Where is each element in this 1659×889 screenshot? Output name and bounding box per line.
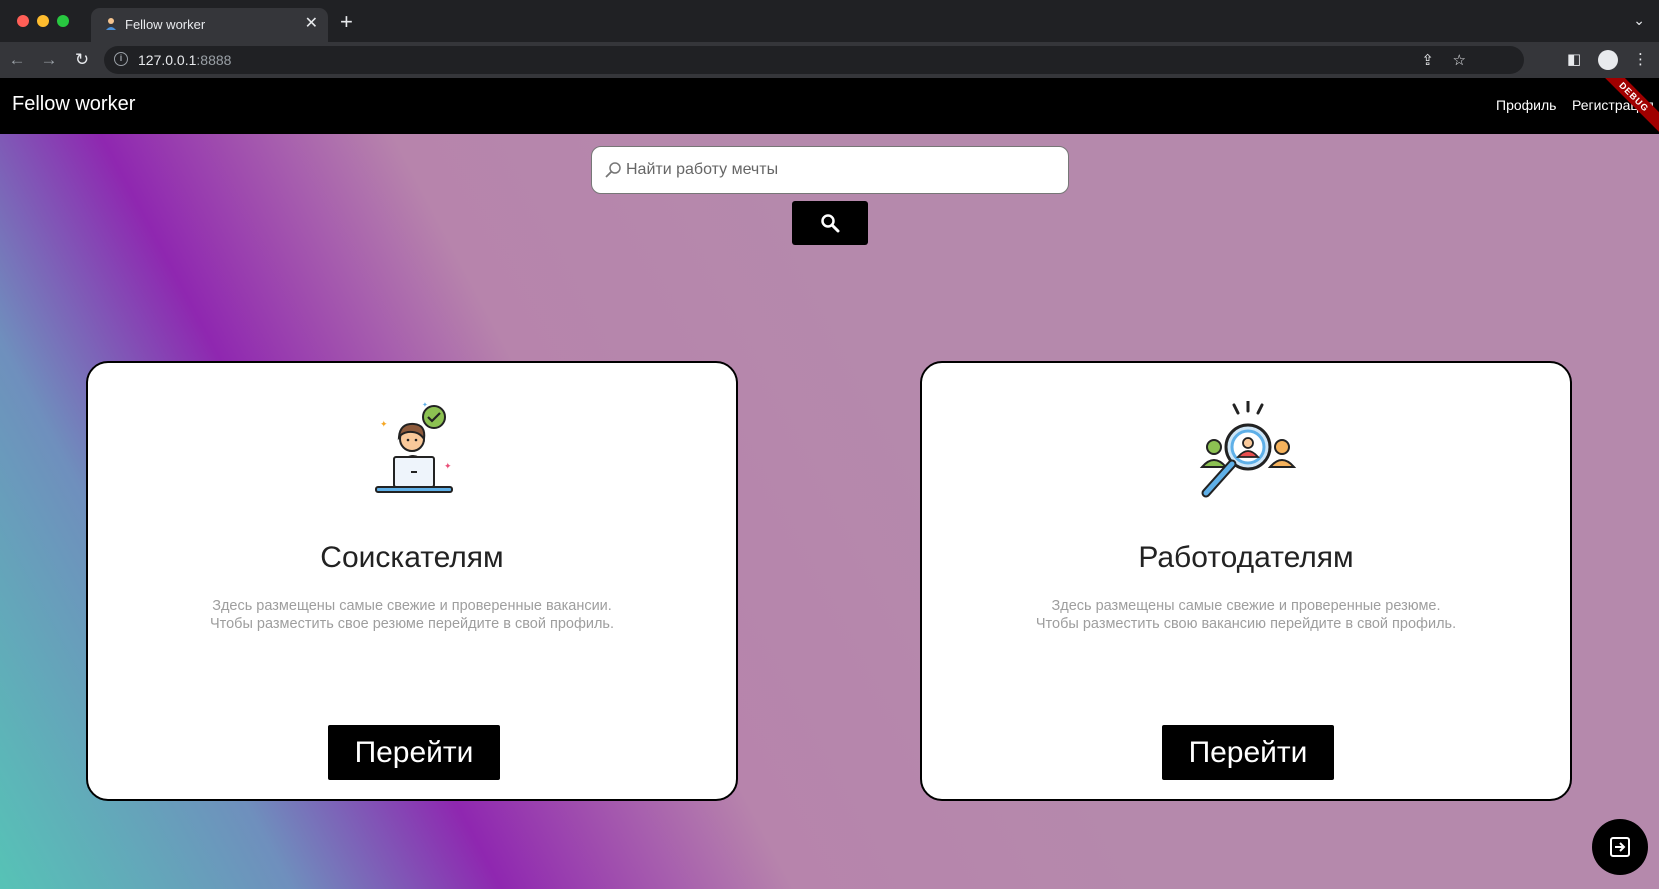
search-button[interactable] [792,201,868,245]
magnifier-people-icon [1199,401,1297,498]
card-description: Здесь размещены самые свежие и проверенн… [209,598,615,632]
nav-profile-link[interactable]: Профиль [1496,97,1556,113]
browser-toolbar: ← → ↻ i 127.0.0.1:8888 ⇪ ☆ ◧ ⋮ [0,42,1659,78]
reload-icon[interactable]: ↻ [71,49,93,71]
tab-close-icon[interactable]: ✕ [305,15,318,33]
svg-text:✦: ✦ [422,401,428,409]
address-bar[interactable]: i 127.0.0.1:8888 ⇪ ☆ [104,46,1524,74]
app-bar: Fellow worker Профиль Регистрация DEBUG [0,78,1659,141]
new-tab-icon[interactable]: + [340,10,353,34]
tab-title: Fellow worker [125,17,206,32]
search-icon [821,214,840,233]
side-panel-icon[interactable]: ◧ [1567,50,1581,70]
search-field[interactable] [591,146,1069,194]
employers-card: Работодателям Здесь размещены самые свеж… [920,361,1572,801]
app-viewport: Fellow worker Профиль Регистрация DEBUG [0,78,1659,889]
logout-button[interactable] [1592,819,1648,875]
employers-go-button[interactable]: Перейти [1162,725,1334,780]
app-title: Fellow worker [12,93,136,115]
forward-arrow-icon[interactable]: → [38,49,60,71]
tab-search-chevron-icon[interactable]: ⌄ [1633,12,1645,29]
job-seekers-go-button[interactable]: Перейти [328,725,500,780]
job-seekers-card: ✦ ✦ ✦ Соискателям Здесь размещены самые … [86,361,738,801]
svg-text:✦: ✦ [444,462,452,472]
window-minimize-button[interactable] [37,15,49,27]
svg-text:✦: ✦ [380,420,388,430]
back-arrow-icon[interactable]: ← [6,49,28,71]
search-icon [605,162,621,178]
job-seeker-laptop-icon: ✦ ✦ ✦ [375,401,453,493]
browser-menu-icon[interactable]: ⋮ [1633,50,1648,70]
site-info-icon[interactable]: i [114,52,128,66]
profile-avatar-icon[interactable] [1598,50,1618,70]
card-description: Здесь размещены самые свежие и проверенн… [1035,598,1457,632]
search-input[interactable] [626,147,1056,193]
card-title: Работодателям [1138,541,1354,574]
bookmark-star-icon[interactable]: ☆ [1453,51,1466,69]
address-url: 127.0.0.1:8888 [138,52,232,68]
share-icon[interactable]: ⇪ [1421,51,1434,69]
browser-tab-strip: Fellow worker ✕ + ⌄ [0,0,1659,42]
card-title: Соискателям [320,541,504,574]
logout-icon [1610,837,1630,857]
browser-tab[interactable]: Fellow worker ✕ [91,8,328,42]
window-maximize-button[interactable] [57,15,69,27]
favicon-icon [103,17,119,33]
window-close-button[interactable] [17,15,29,27]
